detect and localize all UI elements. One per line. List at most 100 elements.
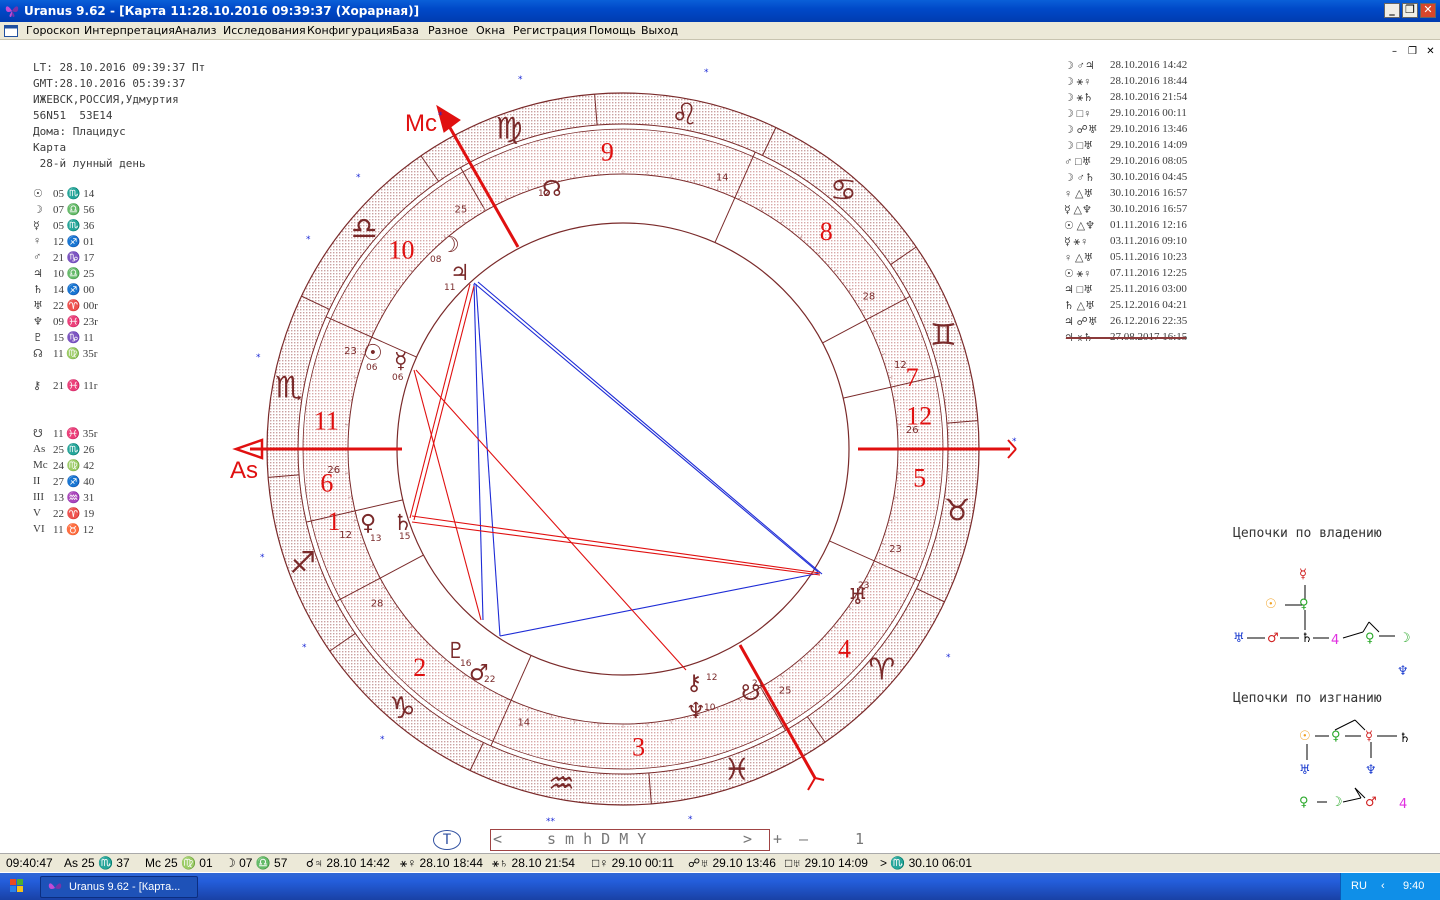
- aspect-date: 25.12.2016 04:21: [1110, 299, 1188, 311]
- jupiter-icon: 4: [1399, 797, 1407, 812]
- restore-button[interactable]: ❐: [1402, 3, 1418, 18]
- menu-windows[interactable]: Окна: [476, 24, 505, 37]
- horoscope-chart[interactable]: ♈♉♊♋♌♍♎♏♐♑♒ ♓ 1234567891011 12 26281425231…: [0, 40, 1060, 830]
- zodiac-sign-glyph: ♋: [830, 173, 857, 208]
- step-back-button[interactable]: <: [493, 830, 502, 848]
- uranus-icon: ♅: [1233, 631, 1245, 646]
- mercury-icon: ☿: [1365, 729, 1373, 744]
- aspect-planets: ☽ ♂♃: [1064, 60, 1095, 72]
- aspect-date: 29.10.2016 14:09: [1110, 139, 1188, 151]
- aspect-date: 28.10.2016 18:44: [1110, 75, 1188, 87]
- window-titlebar[interactable]: Uranus 9.62 - [Карта 11:28.10.2016 09:39…: [0, 0, 1440, 22]
- inner-circle: [396, 222, 850, 676]
- menu-bar: Гороскоп Интерпретация Анализ Исследован…: [0, 22, 1440, 57]
- clock: 9:40: [1403, 880, 1425, 892]
- aspect-date: 30.10.2016 16:57: [1110, 203, 1188, 215]
- neptune-icon: ♆: [1365, 763, 1377, 778]
- status-time: 09:40:47: [6, 856, 53, 870]
- sun-icon: ☉: [1299, 729, 1311, 744]
- svg-text:22: 22: [484, 675, 495, 685]
- minimize-button[interactable]: _: [1384, 3, 1400, 18]
- minus-button[interactable]: –: [799, 830, 808, 848]
- house-number: 8: [820, 217, 833, 246]
- venus-glyph: ♀: [360, 511, 376, 536]
- house-number: 3: [632, 733, 645, 762]
- ascendant-label: As: [230, 457, 258, 484]
- windows-start-icon[interactable]: [0, 873, 36, 900]
- house-number: 11: [314, 406, 339, 435]
- cusp-degree: 23: [344, 346, 357, 357]
- taskbar-task-label: Uranus 9.62 - [Карта...: [69, 881, 181, 893]
- ownership-chains-label: Цепочки по владению: [1233, 526, 1382, 541]
- svg-text:*: *: [688, 815, 693, 825]
- aspect-planets: ☽ □♅: [1064, 140, 1094, 152]
- saturn-icon: ♄: [1301, 631, 1313, 646]
- child-minimize-button[interactable]: –: [1388, 46, 1401, 59]
- aspect-date: 07.11.2016 12:25: [1110, 267, 1187, 279]
- child-close-button[interactable]: ✕: [1424, 46, 1437, 59]
- svg-text:*: *: [306, 235, 311, 245]
- aspect-date: 26.12.2016 22:35: [1110, 315, 1188, 327]
- venus-icon: ♀: [1365, 631, 1375, 646]
- house-number: 4: [838, 634, 851, 663]
- aspect-date: 30.10.2016 16:57: [1110, 187, 1188, 199]
- svg-text:*: *: [946, 653, 951, 663]
- step-forward-button[interactable]: >: [743, 830, 752, 848]
- zodiac-sign-glyph: ♊: [930, 318, 957, 353]
- cusp-degree: 25: [779, 685, 792, 696]
- venus-icon: ♀: [1331, 729, 1341, 744]
- uranus-icon: ♅: [1299, 763, 1311, 778]
- menu-analysis[interactable]: Анализ: [175, 24, 217, 37]
- chains-diagram: ☉ ♀ ☿ ♅ ♂ ♄ 4 ♀ ☽ ♆ ☉ ♀ ☿ ♄ ♅ ♆ ♀ ☽ ♂ 4: [1233, 567, 1411, 812]
- step-value[interactable]: 1: [855, 830, 864, 848]
- time-units[interactable]: s m h D M Y: [547, 830, 646, 848]
- language-indicator[interactable]: RU: [1351, 880, 1367, 892]
- menu-research[interactable]: Исследования: [223, 24, 306, 37]
- svg-text:06: 06: [392, 373, 404, 383]
- menu-base[interactable]: База: [392, 24, 419, 37]
- moon-glyph: ☽: [440, 233, 460, 258]
- time-toggle-button[interactable]: T: [433, 830, 461, 850]
- aspect-planets: ☽ □♀: [1064, 108, 1092, 120]
- zodiac-sign-glyph: ♓: [723, 752, 750, 787]
- close-button[interactable]: ✕: [1420, 3, 1436, 18]
- svg-text:06: 06: [366, 363, 378, 373]
- menu-horoscope[interactable]: Гороскоп: [26, 24, 80, 37]
- saturn-icon: ♄: [1399, 731, 1411, 746]
- zodiac-sign-glyph: ♑: [389, 691, 416, 726]
- svg-text:15: 15: [399, 532, 410, 542]
- plus-button[interactable]: +: [773, 830, 782, 848]
- time-step-control: T < s m h D M Y > + – 1: [433, 829, 873, 851]
- neptune-glyph: ♆: [686, 699, 706, 724]
- status-aspect-6: □♅ 29.10 14:09: [785, 856, 868, 870]
- taskbar-uranus-button[interactable]: Uranus 9.62 - [Карта...: [40, 876, 198, 898]
- menu-misc[interactable]: Разное: [428, 24, 468, 37]
- aspect-planets: ☉ △♆: [1064, 220, 1095, 232]
- aspect-date: 29.10.2016 13:46: [1110, 123, 1188, 135]
- aspect-planets: ♀ △♅: [1064, 252, 1094, 264]
- aspect-date: 25.11.2016 03:00: [1110, 283, 1187, 295]
- zodiac-sign-glyph: ♐: [289, 546, 316, 581]
- aspect-date: 03.11.2016 09:10: [1110, 235, 1187, 247]
- svg-text:*: *: [704, 68, 709, 78]
- child-restore-button[interactable]: ❐: [1406, 46, 1419, 59]
- menu-help[interactable]: Помощь: [589, 24, 636, 37]
- svg-text:10: 10: [704, 703, 716, 713]
- house-number: 7: [906, 363, 919, 392]
- tray-expand-icon[interactable]: ‹: [1381, 880, 1385, 892]
- cusp-degree: 26: [327, 465, 340, 476]
- svg-text:12: 12: [538, 189, 549, 199]
- menu-configuration[interactable]: Конфигурация: [307, 24, 393, 37]
- menu-registration[interactable]: Регистрация: [513, 24, 587, 37]
- zodiac-sign-glyph: ♉: [944, 494, 971, 529]
- status-aspect-4: □♀ 29.10 00:11: [592, 856, 675, 870]
- menu-exit[interactable]: Выход: [641, 24, 678, 37]
- aspect-planets: ☉ ⚹♀: [1064, 268, 1092, 280]
- menu-interpretation[interactable]: Интерпретация: [84, 24, 175, 37]
- status-aspect-2: ⚹♀ 28.10 18:44: [400, 856, 483, 870]
- aspect-date: 05.11.2016 10:23: [1110, 251, 1187, 263]
- taskbar: Uranus 9.62 - [Карта... RU ‹ 9:40: [0, 873, 1440, 900]
- zodiac-sign-glyph: ♍: [496, 112, 523, 147]
- aspect-planets: ☿ △♆: [1064, 204, 1092, 216]
- cusp-degree: 14: [716, 172, 729, 183]
